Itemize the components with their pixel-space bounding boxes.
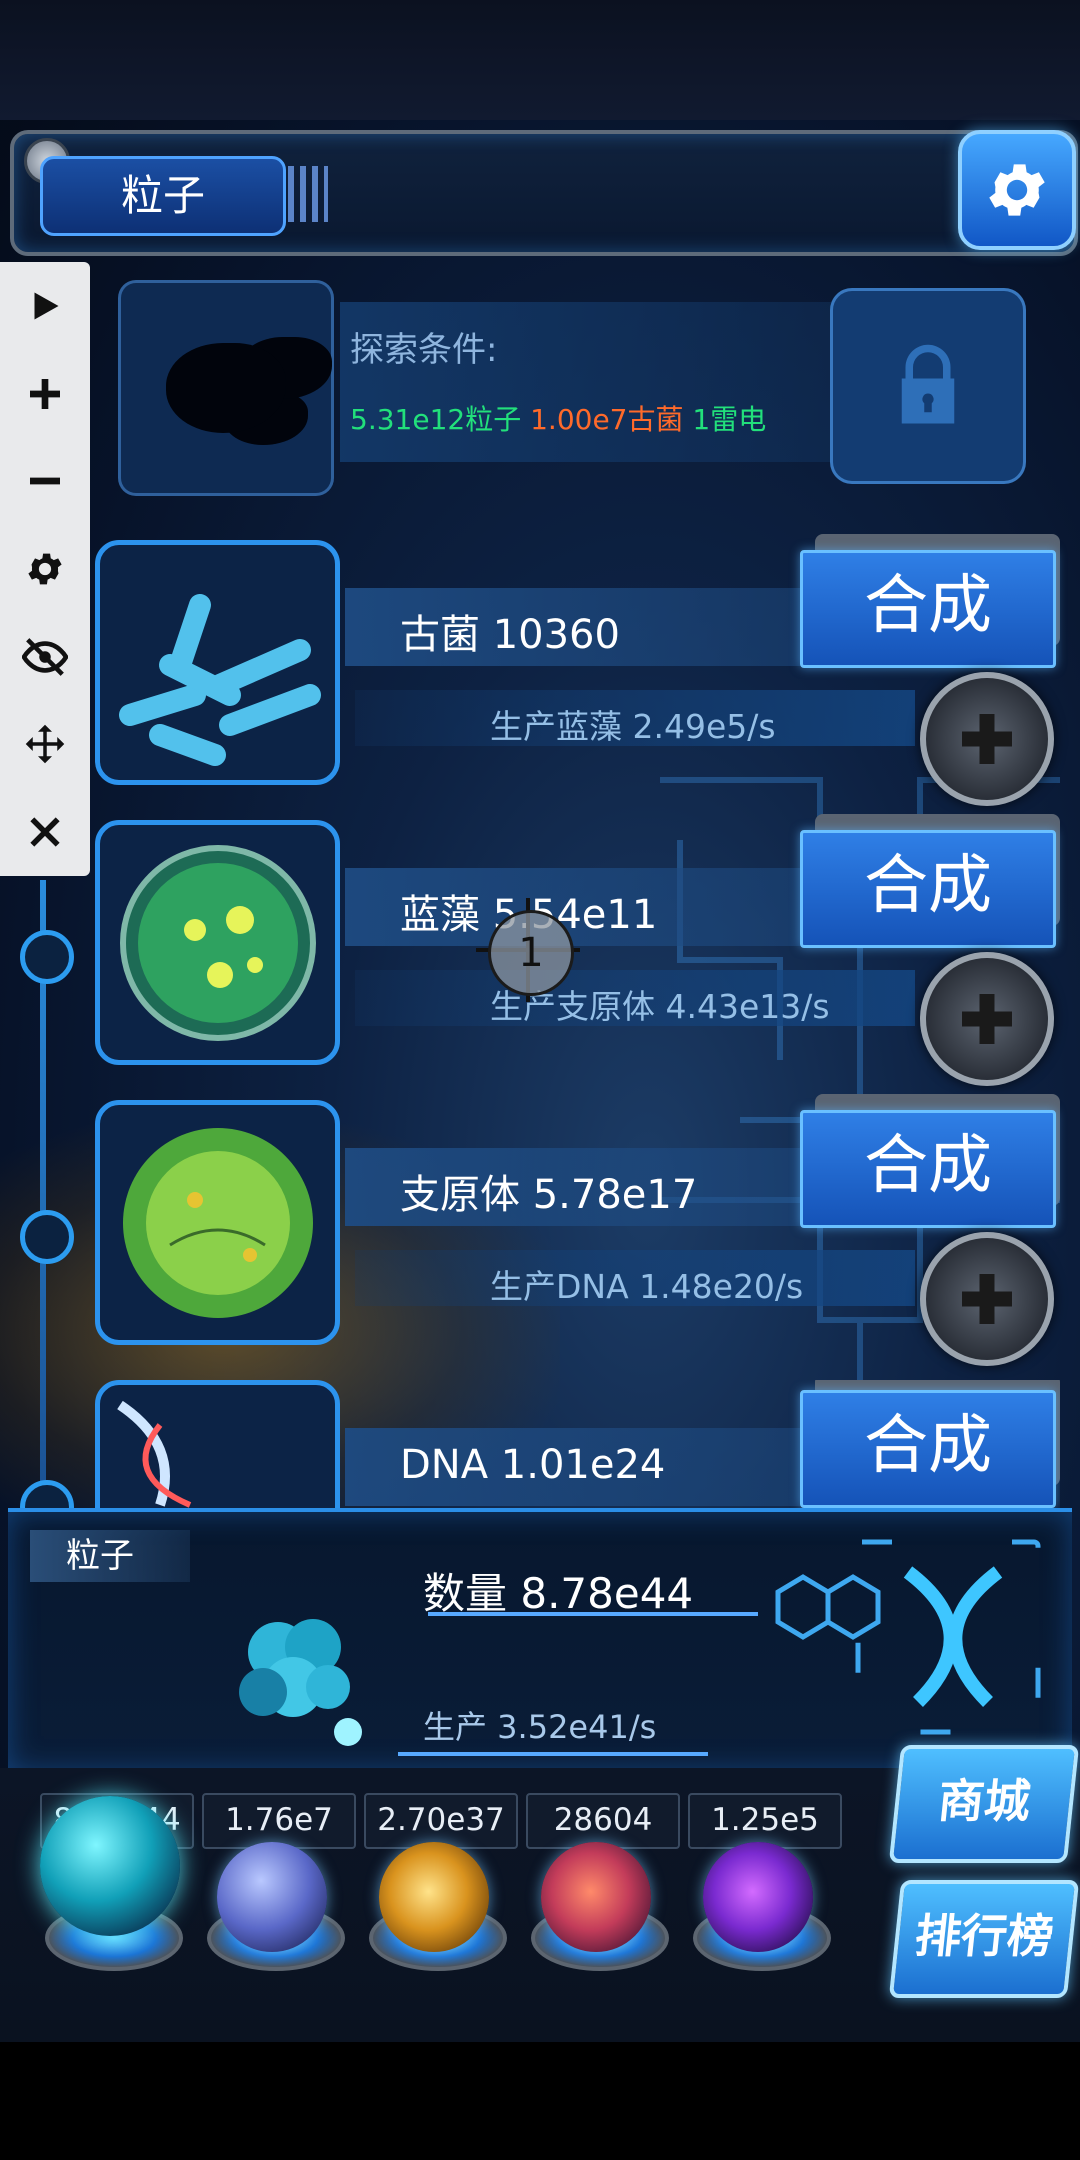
requirement-particle: 5.31e12粒子 — [350, 403, 522, 436]
item-icon-frame[interactable] — [95, 1100, 340, 1345]
plus-icon — [30, 378, 60, 409]
rail-node — [20, 1210, 74, 1264]
requirement-archaea: 1.00e7古菌 — [530, 403, 684, 436]
locked-item-slot — [118, 280, 334, 496]
item-row-dna: DNA 1.01e24 合成 — [95, 1380, 1060, 1510]
game-screen: 粒子 探索条件: 5.31e12粒子 1.00e7古菌 1雷电 古菌 10360… — [0, 0, 1080, 2160]
zoom-in-button[interactable] — [15, 364, 75, 424]
bacteria-rods-icon — [119, 594, 321, 766]
galaxy-orb-icon[interactable] — [379, 1842, 489, 1952]
close-icon — [30, 817, 60, 847]
synthesize-button[interactable]: 合成 — [800, 830, 1056, 948]
resource-value-vortex: 1.25e5 — [688, 1793, 842, 1849]
upgrade-button[interactable] — [920, 952, 1054, 1086]
particle-count: 数量 8.78e44 — [423, 1569, 694, 1618]
item-name: 支原体 5.78e17 — [400, 1172, 698, 1218]
item-icon-frame[interactable] — [95, 1380, 340, 1510]
minus-icon — [30, 477, 60, 485]
resource-value-galaxy: 2.70e37 — [364, 1793, 518, 1849]
item-production: 生产DNA 1.48e20/s — [490, 1267, 804, 1306]
particle-orb-icon[interactable] — [40, 1796, 180, 1936]
gear-icon — [989, 164, 1045, 216]
play-icon — [34, 292, 59, 320]
dna-molecule-icon — [775, 1539, 1041, 1735]
move-icon — [25, 725, 65, 764]
resource-value-lightning: 1.76e7 — [202, 1793, 356, 1849]
top-bar: 粒子 — [10, 120, 1078, 260]
play-button[interactable] — [15, 276, 75, 336]
floating-toolbar — [0, 262, 90, 876]
particle-panel-title: 粒子 — [30, 1530, 190, 1582]
connector-line — [398, 1752, 708, 1756]
plus-icon — [962, 994, 1012, 1044]
rail-node — [20, 930, 74, 984]
mycoplasma-icon — [123, 1128, 313, 1318]
upgrade-button[interactable] — [920, 672, 1054, 806]
crosshair-marker[interactable]: 1 — [488, 910, 574, 996]
item-production: 生产蓝藻 2.49e5/s — [490, 707, 776, 746]
item-row-mycoplasma: 支原体 5.78e17 生产DNA 1.48e20/s 合成 — [95, 1094, 1060, 1366]
unlock-card: 探索条件: 5.31e12粒子 1.00e7古菌 1雷电 — [110, 280, 1030, 496]
item-name: 古菌 10360 — [400, 612, 620, 658]
synthesize-button[interactable]: 合成 — [800, 550, 1056, 668]
unlock-button[interactable] — [830, 288, 1026, 484]
resource-value-brain: 28604 — [526, 1793, 680, 1849]
tool-settings-button[interactable] — [15, 539, 75, 599]
item-icon-frame[interactable] — [95, 540, 340, 785]
dna-icon — [117, 1400, 192, 1508]
eye-off-icon — [22, 637, 68, 676]
shop-button[interactable]: 商城 — [888, 1745, 1080, 1863]
hide-button[interactable] — [15, 627, 75, 687]
particle-cluster-icon — [239, 1619, 362, 1746]
zoom-out-button[interactable] — [15, 451, 75, 511]
status-bar — [0, 0, 1080, 120]
system-nav-bar — [0, 2042, 1080, 2160]
green-cell-icon — [120, 845, 316, 1041]
gear-icon — [28, 553, 62, 585]
item-row-archaea: 古菌 10360 生产蓝藻 2.49e5/s 合成 — [95, 534, 1060, 806]
lightning-orb-icon[interactable] — [217, 1842, 327, 1952]
plus-icon — [962, 1274, 1012, 1324]
particle-rate: 生产 3.52e41/s — [423, 1708, 657, 1746]
upgrade-button[interactable] — [920, 1232, 1054, 1366]
move-button[interactable] — [15, 714, 75, 774]
item-icon-frame[interactable] — [95, 820, 340, 1065]
page-title: 粒子 — [40, 156, 286, 236]
close-button[interactable] — [15, 802, 75, 862]
settings-button[interactable] — [958, 130, 1076, 250]
requirement-lightning: 1雷电 — [692, 403, 767, 436]
unlock-requirements: 5.31e12粒子 1.00e7古菌 1雷电 — [350, 398, 766, 438]
vortex-orb-icon[interactable] — [703, 1842, 813, 1952]
item-name: DNA 1.01e24 — [400, 1442, 666, 1488]
locked-silhouette-icon — [166, 343, 286, 433]
grill-decoration — [288, 166, 328, 222]
synthesize-button[interactable]: 合成 — [800, 1110, 1056, 1228]
particle-panel: 粒子 数量 8.78e44 生产 3.52e41/s — [8, 1508, 1072, 1772]
brain-orb-icon[interactable] — [541, 1842, 651, 1952]
unlock-title: 探索条件: — [350, 330, 498, 370]
plus-icon — [962, 714, 1012, 764]
synthesize-button[interactable]: 合成 — [800, 1390, 1056, 1508]
ranking-button[interactable]: 排行榜 — [888, 1880, 1080, 1998]
lock-icon — [901, 344, 955, 424]
